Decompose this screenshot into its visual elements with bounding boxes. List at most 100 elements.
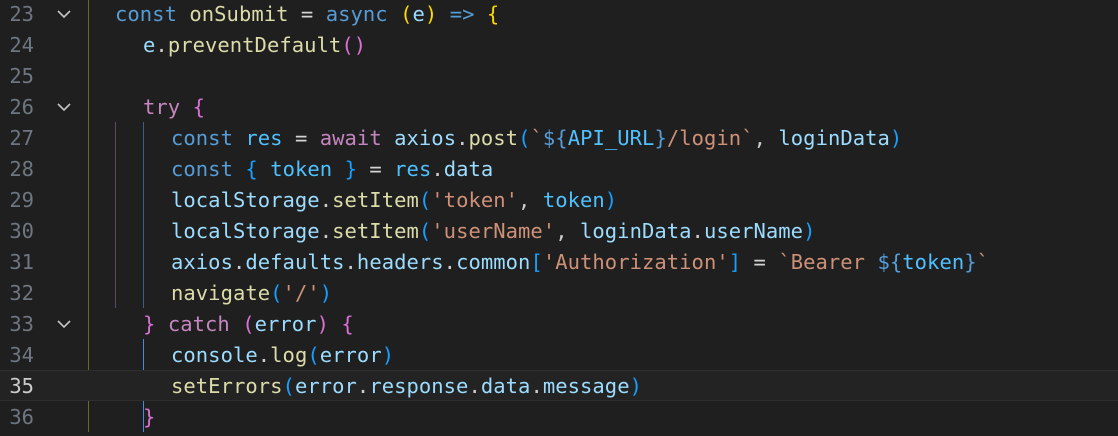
code-token: setItem (332, 218, 419, 243)
code-token: = (741, 249, 779, 274)
code-line[interactable]: 31 axios.defaults.headers.common['Authori… (0, 246, 1118, 277)
code-token: } (143, 311, 156, 336)
code-token: e (143, 32, 156, 57)
code-token: ${ (877, 249, 903, 274)
code-token: setErrors (171, 373, 283, 398)
code-token: onSubmit (189, 1, 289, 26)
code-line-active[interactable]: 35 setErrors(error.response.data.message) (0, 370, 1118, 401)
code-token: 'token' (431, 187, 519, 212)
code-text: setErrors(error.response.data.message) (171, 374, 642, 398)
code-token: response (369, 373, 469, 398)
code-text: } catch (error) { (143, 312, 354, 336)
line-number: 31 (9, 249, 34, 274)
code-token: , (753, 125, 779, 150)
code-text: localStorage.setItem('token', token) (171, 188, 617, 212)
line-number: 24 (9, 32, 34, 57)
code-token: ( (270, 280, 283, 305)
code-token: loginData (778, 125, 890, 150)
code-token: . (232, 249, 246, 274)
code-token: { (192, 94, 205, 119)
code-token: ) (316, 311, 329, 336)
code-line[interactable]: 36} (0, 401, 1118, 432)
code-line[interactable]: 28 const { token } = res.data (0, 153, 1118, 184)
code-token: ) (803, 218, 816, 243)
fold-chevron-down-icon[interactable] (54, 308, 74, 339)
code-token: defaults (245, 249, 345, 274)
line-number: 35 (9, 373, 34, 398)
code-token: token (542, 187, 605, 212)
code-token: } (344, 156, 357, 181)
code-token: ) (319, 280, 333, 305)
code-line[interactable]: 23 const onSubmit = async (e) => { (0, 0, 1118, 29)
code-token: token (270, 156, 333, 181)
line-number: 25 (9, 63, 34, 88)
code-token: error (319, 342, 382, 367)
code-token: . (443, 249, 457, 274)
code-token: ) (604, 187, 618, 212)
code-token: . (691, 218, 704, 243)
fold-chevron-down-icon[interactable] (54, 0, 74, 29)
code-token: async (325, 1, 388, 26)
code-token: . (356, 373, 370, 398)
code-token: = (356, 156, 395, 181)
code-line[interactable]: 33 } catch (error) { (0, 308, 1118, 339)
code-token: = (288, 1, 326, 26)
line-number: 30 (9, 218, 34, 243)
code-line[interactable]: 25 (0, 60, 1118, 91)
code-token: ( (282, 373, 295, 398)
code-editor[interactable]: 23 const onSubmit = async (e) => {24 e.pre… (0, 0, 1118, 436)
code-line[interactable]: 30 localStorage.setItem('userName', login… (0, 215, 1118, 246)
code-token: . (319, 187, 333, 212)
code-token: const (171, 125, 233, 150)
line-number: 28 (9, 156, 34, 181)
code-token: res (394, 156, 432, 181)
code-text: const { token } = res.data (171, 157, 493, 181)
code-line[interactable]: 29 localStorage.setItem('token', token) (0, 184, 1118, 215)
code-token: localStorage (171, 187, 320, 212)
code-token: ` (976, 249, 990, 274)
code-token: 'Authorization' (542, 249, 729, 274)
line-number: 23 (9, 1, 34, 26)
code-token: loginData (580, 218, 692, 243)
line-number: 33 (9, 311, 34, 336)
code-token: userName (703, 218, 804, 243)
code-token: error (254, 311, 317, 336)
code-token: token (902, 249, 965, 274)
code-token: . (456, 125, 469, 150)
fold-chevron-down-icon[interactable] (54, 91, 74, 122)
line-number: 27 (9, 125, 34, 150)
code-token: res (245, 125, 283, 150)
line-number: 26 (9, 94, 34, 119)
code-token: . (530, 373, 543, 398)
code-token: () (341, 32, 367, 57)
code-token: '/' (282, 280, 320, 305)
code-token: . (257, 342, 271, 367)
code-line[interactable]: 34 console.log(error) (0, 339, 1118, 370)
code-line[interactable]: 27 const res = await axios.post(`${API_UR… (0, 122, 1118, 153)
code-token: } (143, 404, 156, 429)
code-token: axios (394, 125, 457, 150)
code-text: e.preventDefault() (143, 33, 366, 57)
code-text: navigate('/') (171, 281, 332, 305)
line-number: 34 (9, 342, 34, 367)
code-token: localStorage (171, 218, 320, 243)
code-token: . (155, 32, 168, 57)
code-token: preventDefault (167, 32, 342, 57)
code-text: try { (143, 95, 205, 119)
code-token: ] (728, 249, 742, 274)
code-token: await (319, 125, 382, 150)
code-token: navigate (171, 280, 271, 305)
code-token: const (171, 156, 233, 181)
code-line[interactable]: 24 e.preventDefault() (0, 29, 1118, 60)
code-line[interactable]: 32 navigate('/') (0, 277, 1118, 308)
code-token: error (294, 373, 357, 398)
code-token: . (319, 218, 333, 243)
code-token: data (443, 156, 494, 181)
code-token: 'userName' (431, 218, 556, 243)
code-line[interactable]: 26 try { (0, 91, 1118, 122)
code-token: axios (171, 249, 233, 274)
